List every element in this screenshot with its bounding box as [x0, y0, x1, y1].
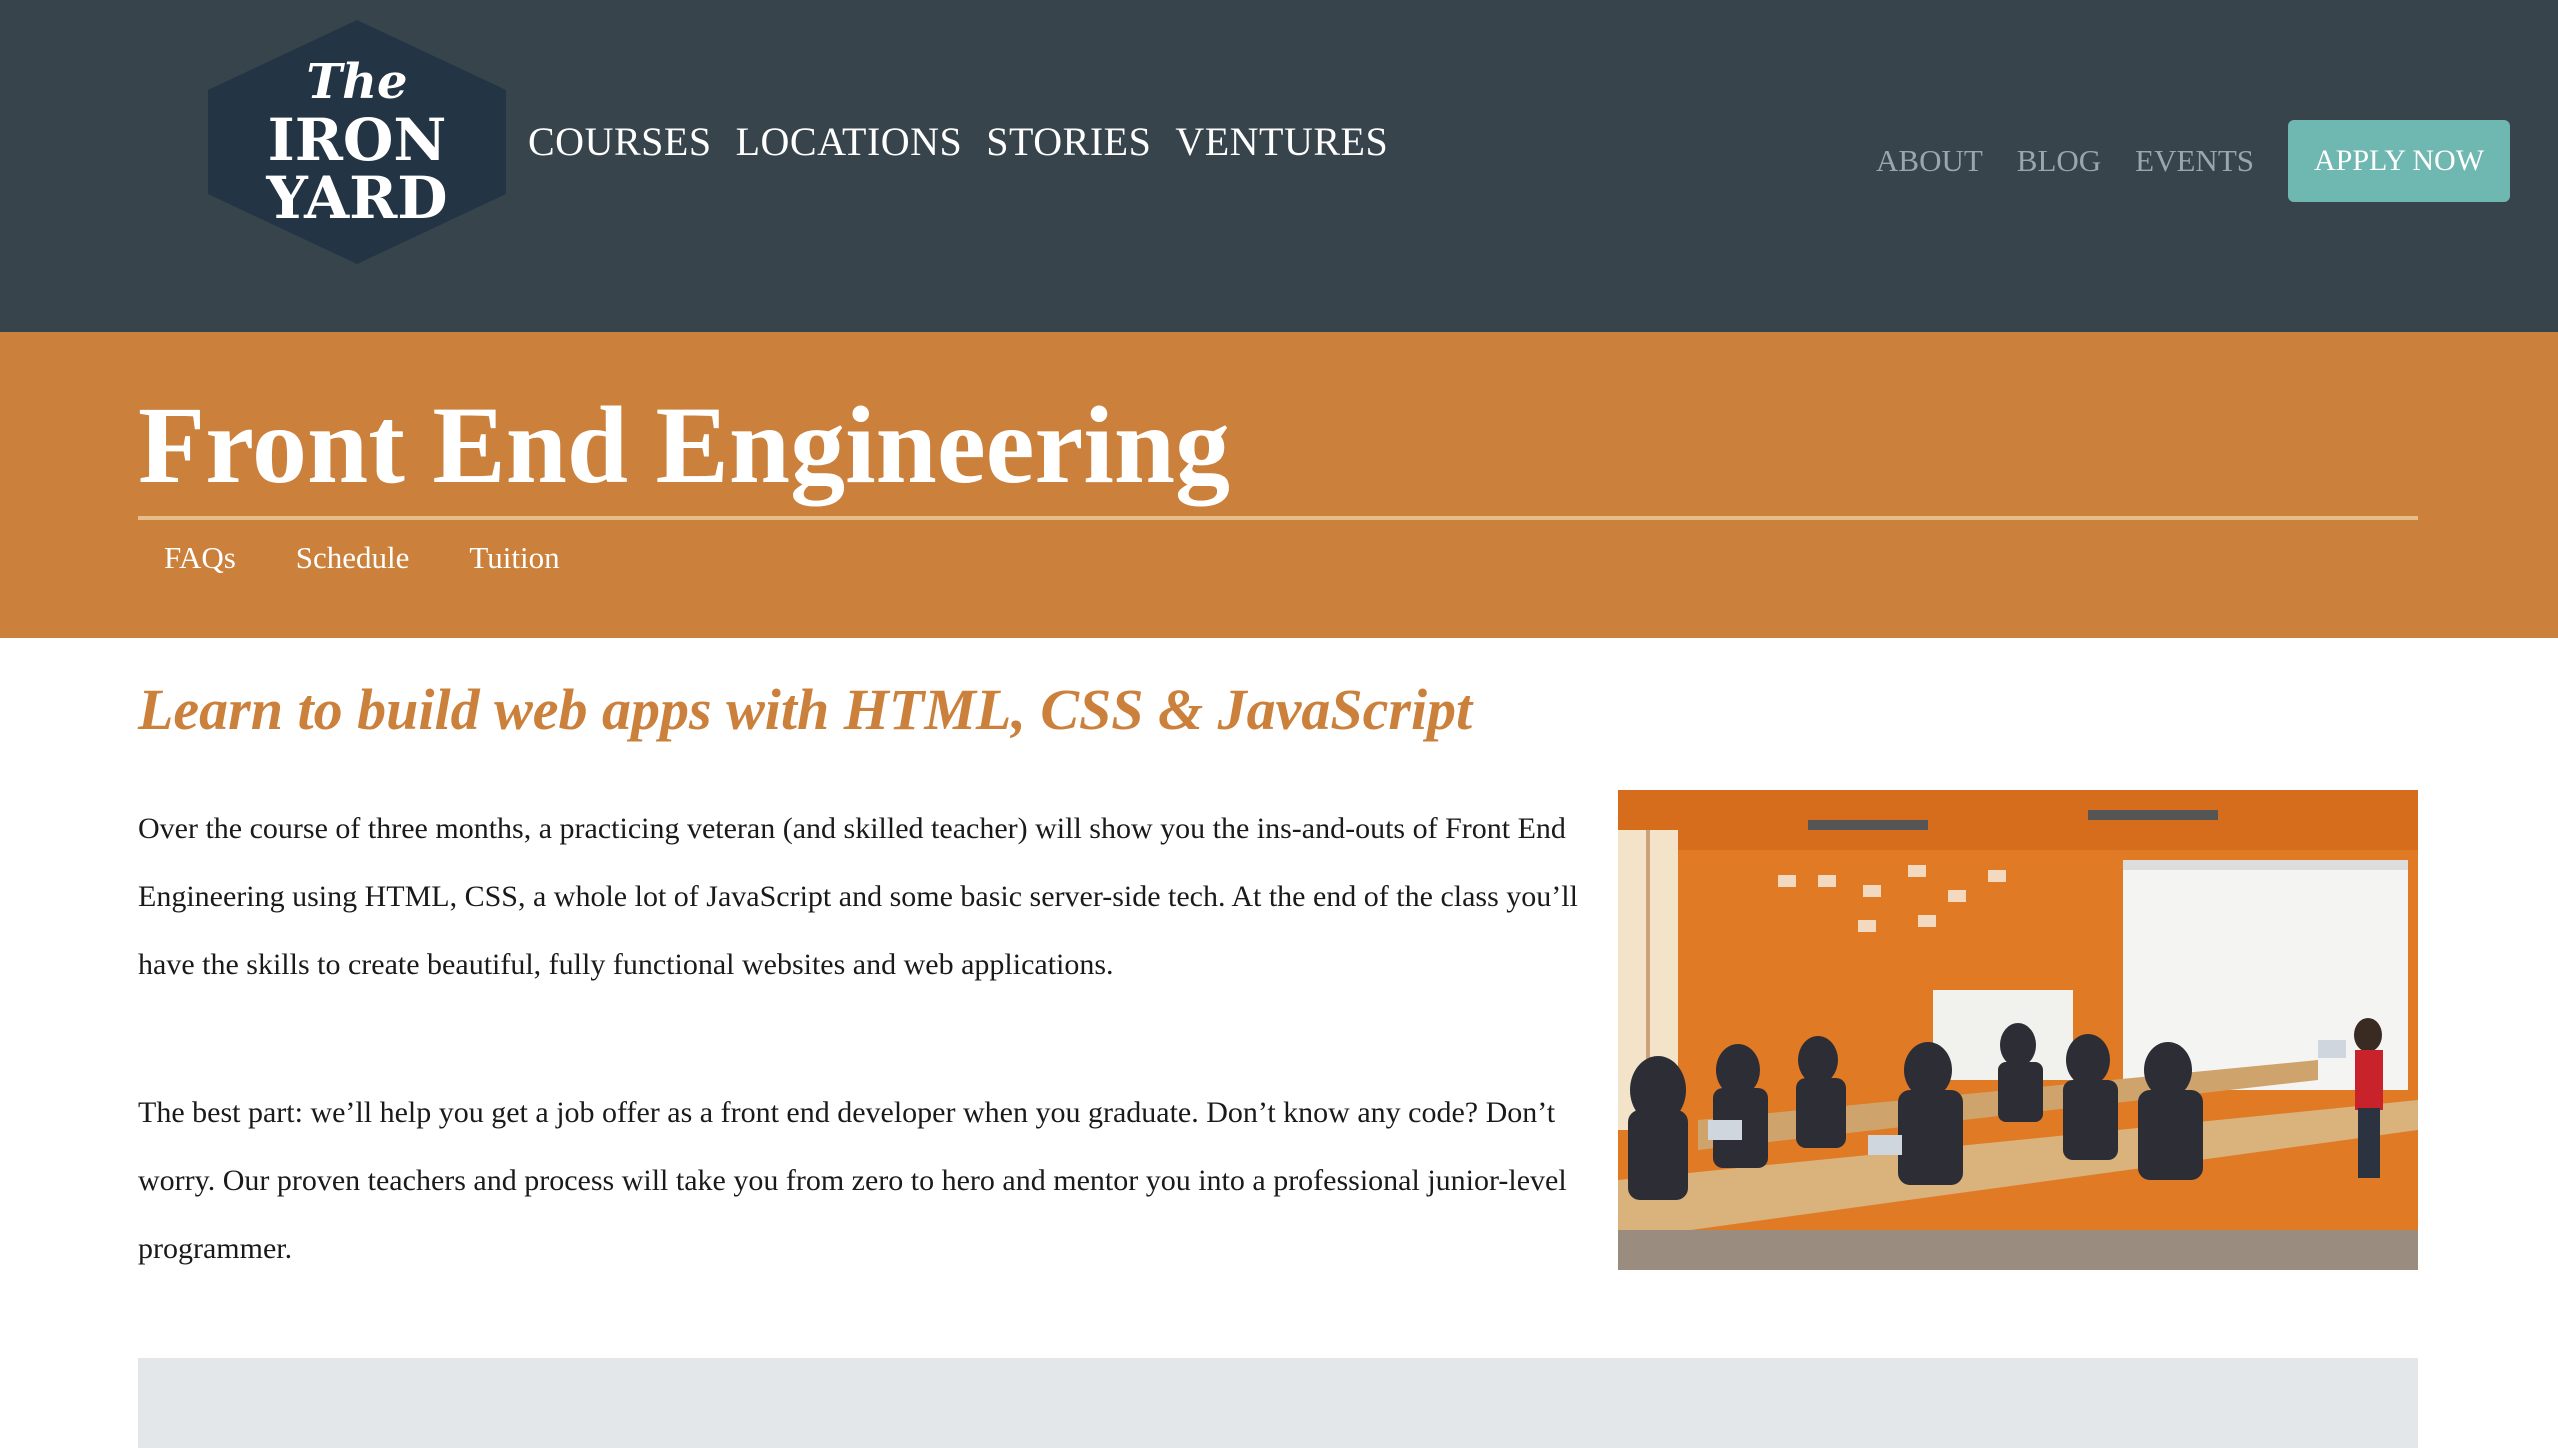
classroom-photo-icon	[1618, 790, 2418, 1270]
course-tagline: Learn to build web apps with HTML, CSS &…	[138, 677, 1473, 742]
nav-blog[interactable]: BLOG	[2017, 143, 2101, 179]
course-banner: Front End Engineering FAQs Schedule Tuit…	[0, 332, 2558, 638]
tab-faqs[interactable]: FAQs	[164, 540, 236, 576]
description-paragraph-1: Over the course of three months, a pract…	[138, 812, 1578, 981]
nav-ventures[interactable]: VENTURES	[1175, 118, 1388, 165]
logo-icon: The IRON YARD	[208, 20, 506, 264]
next-section-panel	[138, 1358, 2418, 1448]
title-divider	[138, 516, 2418, 520]
classroom-photo	[1618, 790, 2418, 1270]
nav-stories[interactable]: STORIES	[986, 118, 1151, 165]
logo-text-the: The	[306, 54, 407, 110]
apply-now-button[interactable]: APPLY NOW	[2288, 120, 2510, 202]
tab-schedule[interactable]: Schedule	[296, 540, 410, 576]
description-paragraph-2: The best part: we’ll help you get a job …	[138, 1096, 1567, 1265]
course-description: Over the course of three months, a pract…	[138, 795, 1618, 1363]
page-title: Front End Engineering	[138, 384, 1231, 506]
course-sub-nav: FAQs Schedule Tuition	[164, 540, 620, 576]
logo-text-yard: YARD	[265, 164, 447, 232]
iron-yard-logo[interactable]: The IRON YARD	[204, 20, 510, 264]
main-nav: COURSES LOCATIONS STORIES VENTURES	[528, 118, 1412, 165]
nav-about[interactable]: ABOUT	[1876, 143, 1983, 179]
nav-events[interactable]: EVENTS	[2135, 143, 2254, 179]
nav-locations[interactable]: LOCATIONS	[736, 118, 963, 165]
site-header: The IRON YARD COURSES LOCATIONS STORIES …	[0, 0, 2558, 332]
secondary-nav: ABOUT BLOG EVENTS APPLY NOW	[1876, 120, 2510, 202]
tab-tuition[interactable]: Tuition	[469, 540, 559, 576]
nav-courses[interactable]: COURSES	[528, 118, 712, 165]
